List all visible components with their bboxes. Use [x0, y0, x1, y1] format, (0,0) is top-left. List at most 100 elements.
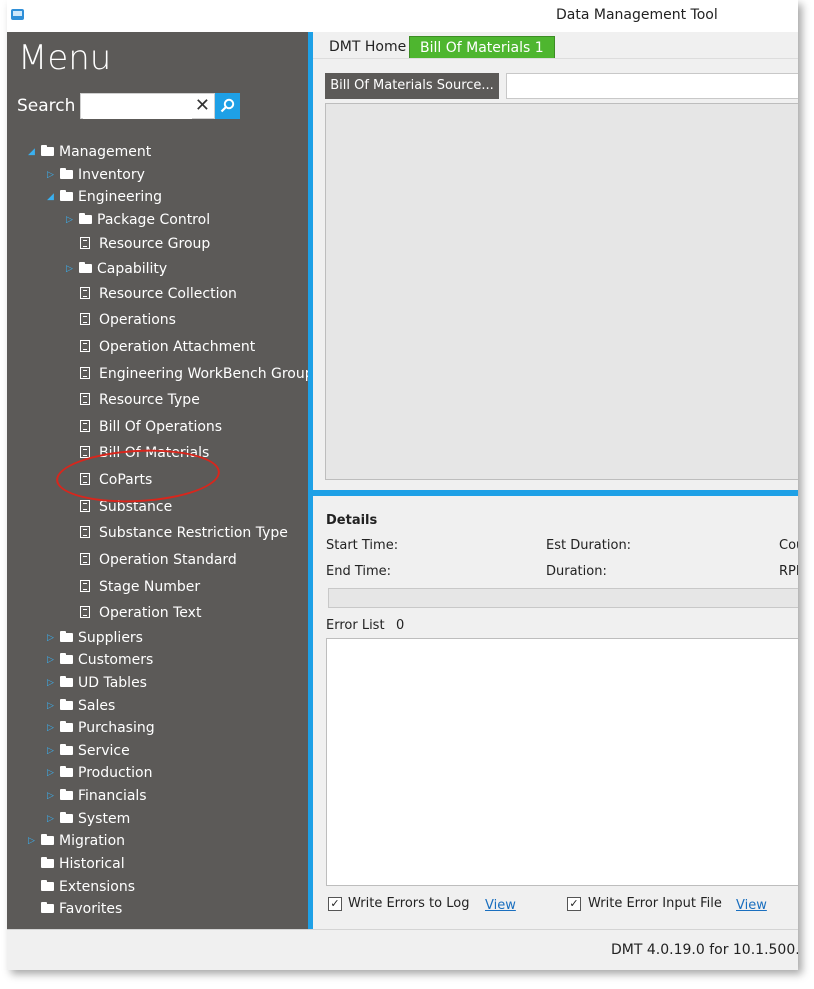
- tree-item-capability[interactable]: ▷ Capability: [7, 259, 302, 279]
- tree-item-resource-type[interactable]: Resource Type: [7, 390, 302, 410]
- tree-item-substance-restriction-type[interactable]: Substance Restriction Type: [7, 523, 302, 543]
- tree-item-bill-of-materials[interactable]: Bill Of Materials: [7, 443, 302, 463]
- sidebar: Menu Search ✕ ◢ Management ▷ Inventory ◢ Engi…: [7, 32, 314, 929]
- expand-arrow-icon[interactable]: ▷: [47, 650, 54, 670]
- tree-item-label: Extensions: [59, 879, 136, 895]
- search-button[interactable]: [215, 93, 240, 119]
- folder-icon: [41, 834, 54, 845]
- progress-bar: [328, 588, 798, 608]
- tab-bill-of-materials-1[interactable]: Bill Of Materials 1: [409, 36, 555, 60]
- details-heading: Details: [326, 513, 378, 528]
- document-icon: [80, 287, 90, 299]
- tree-item-substance[interactable]: Substance: [7, 497, 302, 517]
- tree-item-favorites[interactable]: Favorites: [7, 899, 302, 919]
- tree-item-engineering[interactable]: ◢ Engineering: [7, 187, 302, 207]
- tree-item-management[interactable]: ◢ Management: [7, 142, 302, 162]
- expand-arrow-icon[interactable]: ▷: [47, 628, 54, 648]
- tree-item-label: Inventory: [78, 167, 145, 183]
- tree-item-label: Production: [78, 765, 153, 781]
- document-icon: [80, 237, 90, 249]
- tree-item-operation-attachment[interactable]: Operation Attachment: [7, 337, 302, 357]
- tree-item-extensions[interactable]: Extensions: [7, 877, 302, 897]
- tree-item-ud-tables[interactable]: ▷ UD Tables: [7, 673, 302, 693]
- tree-item-label: Favorites: [59, 901, 123, 917]
- tree-item-operation-text[interactable]: Operation Text: [7, 603, 302, 623]
- version-text: DMT 4.0.19.0 for 10.1.500.2 m: [611, 942, 798, 958]
- tree-item-label: Capability: [97, 261, 168, 277]
- tree-item-migration[interactable]: ▷ Migration: [7, 831, 302, 851]
- folder-icon: [60, 744, 73, 755]
- source-button[interactable]: Bill Of Materials Source...: [325, 73, 499, 99]
- title-bar: Data Management Tool: [7, 0, 798, 32]
- tree-item-label: Engineering WorkBench Group: [99, 366, 314, 382]
- expand-arrow-icon[interactable]: ▷: [66, 259, 73, 279]
- duration-label: Duration:: [546, 564, 607, 579]
- tree-item-label: Bill Of Materials: [99, 445, 210, 461]
- tree-item-financials[interactable]: ▷ Financials: [7, 786, 302, 806]
- tree-item-system[interactable]: ▷ System: [7, 809, 302, 829]
- tree-item-engineering-workbench-group[interactable]: Engineering WorkBench Group: [7, 364, 314, 384]
- collapse-arrow-icon[interactable]: ◢: [28, 142, 35, 162]
- tree-item-inventory[interactable]: ▷ Inventory: [7, 165, 302, 185]
- folder-icon: [60, 789, 73, 800]
- tree-item-historical[interactable]: Historical: [7, 854, 302, 874]
- expand-arrow-icon[interactable]: ▷: [47, 673, 54, 693]
- write-input-label: Write Error Input File: [588, 896, 722, 911]
- tree-item-coparts[interactable]: CoParts: [7, 470, 302, 490]
- folder-icon: [60, 168, 73, 179]
- tree-item-customers[interactable]: ▷ Customers: [7, 650, 302, 670]
- tree-item-bill-of-operations[interactable]: Bill Of Operations: [7, 417, 302, 437]
- tree-item-label: Purchasing: [78, 720, 155, 736]
- tree-item-operations[interactable]: Operations: [7, 310, 302, 330]
- tree-item-purchasing[interactable]: ▷ Purchasing: [7, 718, 302, 738]
- tree-item-production[interactable]: ▷ Production: [7, 763, 302, 783]
- tree-item-label: Suppliers: [78, 630, 143, 646]
- expand-arrow-icon[interactable]: ▷: [47, 763, 54, 783]
- write-errors-checkbox[interactable]: ✓: [328, 897, 342, 911]
- tree-item-label: Engineering: [78, 189, 162, 205]
- expand-arrow-icon[interactable]: ▷: [47, 741, 54, 761]
- expand-arrow-icon[interactable]: ▷: [28, 831, 35, 851]
- tree-item-sales[interactable]: ▷ Sales: [7, 696, 302, 716]
- expand-arrow-icon[interactable]: ▷: [47, 696, 54, 716]
- expand-arrow-icon[interactable]: ▷: [47, 718, 54, 738]
- document-icon: [80, 446, 90, 458]
- write-input-checkbox[interactable]: ✓: [567, 897, 581, 911]
- tree-item-service[interactable]: ▷ Service: [7, 741, 302, 761]
- folder-icon: [41, 857, 54, 868]
- details-panel: Details Start Time: Est Duration: Cou En…: [313, 496, 798, 929]
- error-count: 0: [396, 618, 405, 633]
- expand-arrow-icon[interactable]: ▷: [66, 210, 73, 230]
- expand-arrow-icon[interactable]: ▷: [47, 809, 54, 829]
- tree-item-operation-standard[interactable]: Operation Standard: [7, 550, 302, 570]
- expand-arrow-icon[interactable]: ▷: [47, 786, 54, 806]
- tab-dmt-home[interactable]: DMT Home: [319, 36, 416, 58]
- tree-item-resource-collection[interactable]: Resource Collection: [7, 284, 302, 304]
- source-file-input[interactable]: [506, 73, 798, 99]
- document-icon: [80, 606, 90, 618]
- expand-arrow-icon[interactable]: ▷: [47, 165, 54, 185]
- tree-item-suppliers[interactable]: ▷ Suppliers: [7, 628, 302, 648]
- tree-item-stage-number[interactable]: Stage Number: [7, 577, 302, 597]
- search-label: Search: [17, 96, 76, 116]
- data-grid[interactable]: [325, 103, 798, 480]
- folder-icon: [60, 721, 73, 732]
- tree-item-label: Operation Standard: [99, 552, 237, 568]
- folder-icon: [60, 190, 73, 201]
- folder-icon: [60, 676, 73, 687]
- tree-item-package-control[interactable]: ▷ Package Control: [7, 210, 302, 230]
- collapse-arrow-icon[interactable]: ◢: [47, 187, 54, 207]
- tree-item-resource-group[interactable]: Resource Group: [7, 234, 302, 254]
- tree-item-label: Customers: [78, 652, 154, 668]
- app-icon: [11, 9, 24, 20]
- search-input[interactable]: [83, 95, 192, 119]
- clear-search-icon[interactable]: ✕: [195, 95, 210, 117]
- document-icon: [80, 393, 90, 405]
- est-duration-label: Est Duration:: [546, 538, 632, 553]
- view-input-link[interactable]: View: [736, 898, 767, 913]
- view-errors-link[interactable]: View: [485, 898, 516, 913]
- error-list[interactable]: [326, 638, 798, 886]
- document-icon: [80, 313, 90, 325]
- document-icon: [80, 553, 90, 565]
- window-title: Data Management Tool: [556, 7, 718, 23]
